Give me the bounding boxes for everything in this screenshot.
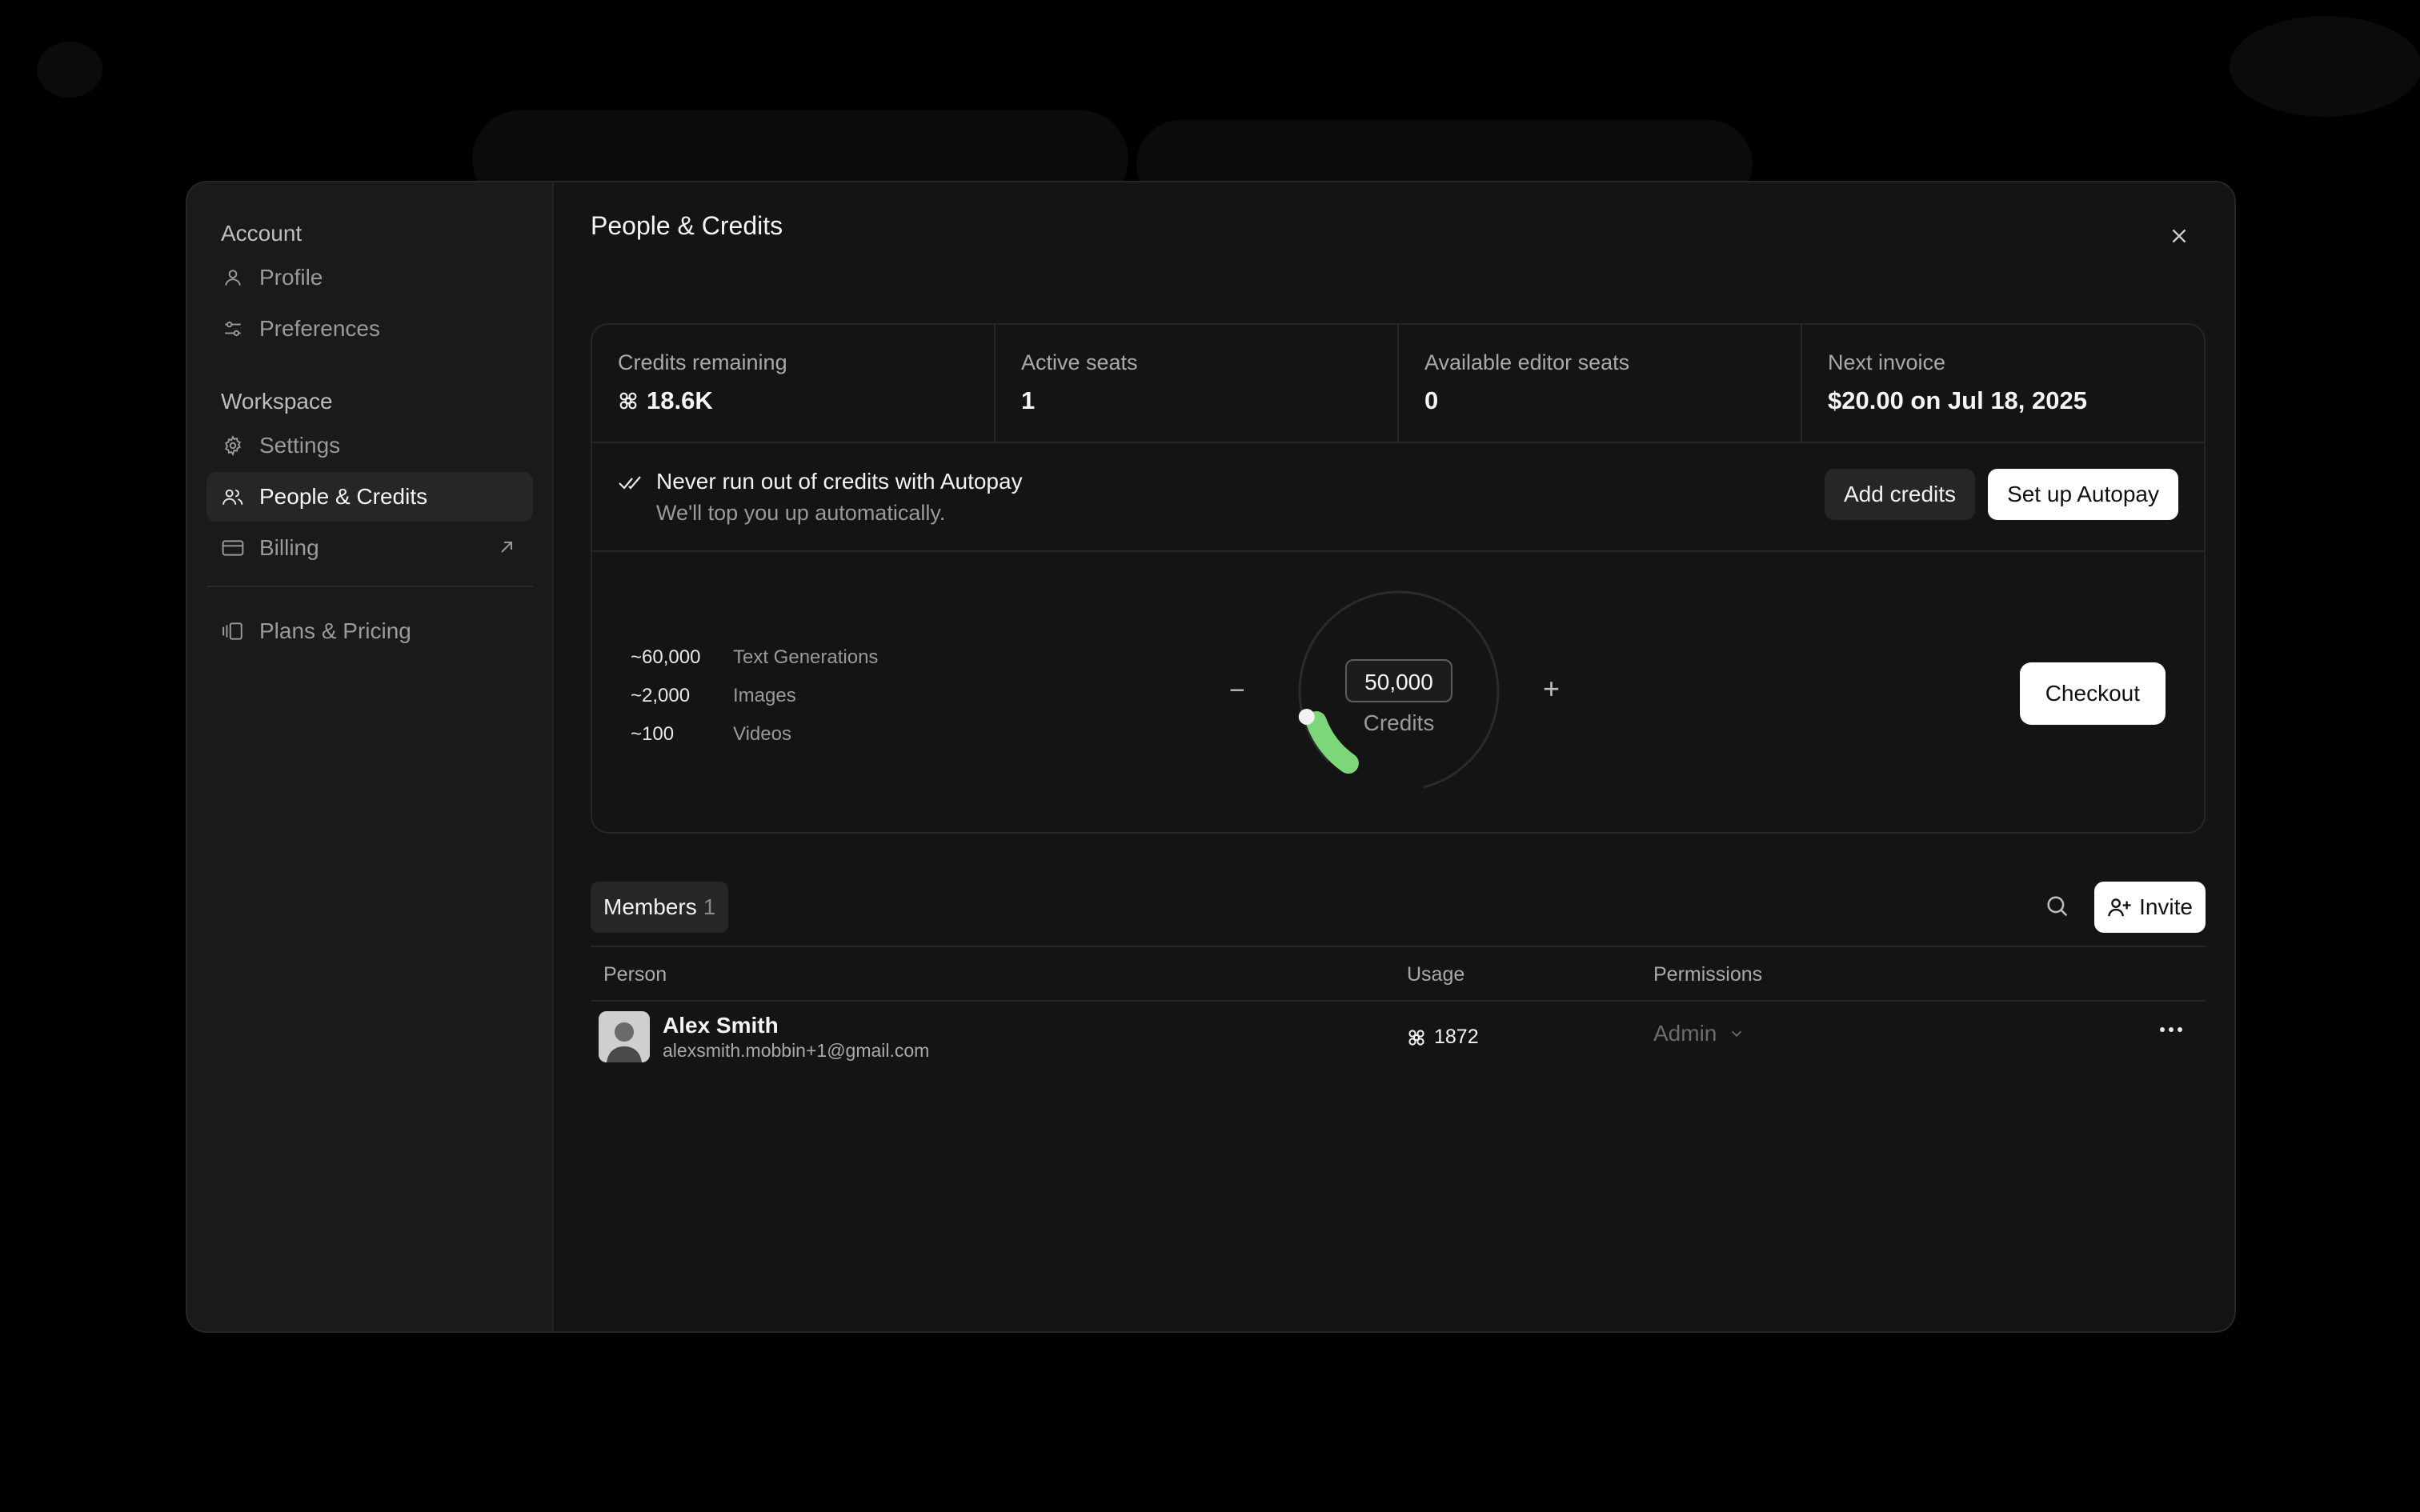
tab-members[interactable]: Members 1 xyxy=(591,882,729,933)
row-more-button[interactable] xyxy=(2159,1026,2183,1034)
estimate-amount: ~2,000 xyxy=(631,685,691,706)
person-name: Alex Smith xyxy=(663,1013,779,1038)
stat-label: Available editor seats xyxy=(1424,350,1630,374)
double-check-icon xyxy=(618,470,643,495)
main-content: People & Credits Credits remaining 18.6K xyxy=(554,182,2234,1331)
background-shape xyxy=(2230,16,2420,117)
chevron-down-icon xyxy=(1728,1025,1745,1042)
invite-button[interactable]: Invite xyxy=(2094,882,2206,933)
sidebar-item-label: Profile xyxy=(259,265,323,290)
members-toolbar: Members 1 Invite xyxy=(591,882,2206,933)
stat-next-invoice: Next invoice $20.00 on Jul 18, 2025 xyxy=(1802,325,2204,442)
close-button[interactable] xyxy=(2166,222,2193,250)
checkout-button[interactable]: Checkout xyxy=(2019,662,2166,725)
external-link-icon xyxy=(498,536,515,562)
autopay-subtitle: We'll top you up automatically. xyxy=(656,500,946,525)
sidebar-section-workspace: Workspace xyxy=(221,389,333,414)
credit-estimates: ~60,000 Text Generations ~2,000 Images ~… xyxy=(631,638,878,754)
sidebar-item-label: Plans & Pricing xyxy=(259,618,411,643)
user-icon xyxy=(221,266,245,290)
stat-value: 1 xyxy=(1021,386,1036,414)
stat-value: $20.00 on Jul 18, 2025 xyxy=(1828,386,2087,414)
permission-dropdown[interactable]: Admin xyxy=(1653,1021,1745,1046)
decrease-credits-button[interactable]: − xyxy=(1229,675,1245,706)
table-row[interactable]: Alex Smith alexsmith.mobbin+1@gmail.com … xyxy=(591,1002,2206,1069)
person-email: alexsmith.mobbin+1@gmail.com xyxy=(663,1040,930,1061)
stat-value-wrap: 18.6K xyxy=(618,386,968,415)
autopay-title: Never run out of credits with Autopay xyxy=(656,468,1023,494)
sidebar-item-profile[interactable]: Profile xyxy=(206,253,533,302)
stat-label: Credits remaining xyxy=(618,350,787,374)
sidebar-item-label: Settings xyxy=(259,433,341,458)
set-up-autopay-button[interactable]: Set up Autopay xyxy=(1988,469,2178,520)
stat-active-seats: Active seats 1 xyxy=(996,325,1399,442)
sidebar-divider xyxy=(206,586,533,587)
credits-card: Credits remaining 18.6K Active seats 1 A… xyxy=(591,323,2206,834)
user-plus-icon xyxy=(2107,895,2133,919)
credits-icon xyxy=(1407,1028,1426,1047)
background-shape xyxy=(37,42,102,98)
settings-modal: Account Profile Preferences Workspace Se… xyxy=(186,181,2236,1333)
column-usage: Usage xyxy=(1407,963,1465,986)
page-title: People & Credits xyxy=(591,211,783,240)
gear-icon xyxy=(221,434,245,458)
estimate-row: ~100 Videos xyxy=(631,715,878,754)
sidebar-section-account: Account xyxy=(221,221,302,246)
usage-cell: 1872 xyxy=(1407,1026,1479,1049)
estimate-row: ~60,000 Text Generations xyxy=(631,638,878,677)
stat-available-editor-seats: Available editor seats 0 xyxy=(1399,325,1802,442)
credit-card-icon xyxy=(221,536,245,560)
sliders-icon xyxy=(221,317,245,341)
add-credits-button[interactable]: Add credits xyxy=(1824,469,1976,520)
sidebar-item-label: Preferences xyxy=(259,316,380,341)
stat-value: 0 xyxy=(1424,386,1439,414)
increase-credits-button[interactable]: + xyxy=(1543,672,1560,706)
credits-amount-input[interactable]: 50,000 xyxy=(1345,659,1452,702)
table-header: Person Usage Permissions xyxy=(591,946,2206,1002)
sidebar-item-preferences[interactable]: Preferences xyxy=(206,304,533,354)
column-person: Person xyxy=(603,963,667,986)
avatar xyxy=(599,1011,650,1062)
sidebar-item-billing[interactable]: Billing xyxy=(206,523,533,573)
users-icon xyxy=(221,485,245,509)
stat-label: Next invoice xyxy=(1828,350,1946,374)
sidebar-item-settings[interactable]: Settings xyxy=(206,421,533,470)
members-count: 1 xyxy=(703,894,716,919)
autopay-actions: Add credits Set up Autopay xyxy=(1824,469,2178,520)
invite-label: Invite xyxy=(2139,894,2193,919)
usage-value: 1872 xyxy=(1434,1026,1479,1048)
credits-unit-label: Credits xyxy=(1363,710,1435,735)
estimate-row: ~2,000 Images xyxy=(631,677,878,715)
plans-icon xyxy=(221,619,245,643)
sidebar-item-plans-pricing[interactable]: Plans & Pricing xyxy=(206,606,533,656)
permission-value: Admin xyxy=(1653,1021,1717,1046)
sidebar-item-label: People & Credits xyxy=(259,484,428,509)
sidebar: Account Profile Preferences Workspace Se… xyxy=(187,182,554,1331)
search-icon[interactable] xyxy=(2044,893,2073,922)
more-horizontal-icon xyxy=(2159,1026,2183,1034)
close-icon xyxy=(2169,226,2190,246)
sidebar-item-label: Billing xyxy=(259,535,319,560)
estimate-label: Text Generations xyxy=(733,646,879,668)
estimate-amount: ~100 xyxy=(631,723,675,745)
estimate-label: Images xyxy=(733,685,796,706)
members-table: Person Usage Permissions Alex Smith alex… xyxy=(591,946,2206,1069)
stats-row: Credits remaining 18.6K Active seats 1 A… xyxy=(592,325,2204,443)
credit-calculator: ~60,000 Text Generations ~2,000 Images ~… xyxy=(592,552,2204,832)
column-permissions: Permissions xyxy=(1653,963,1763,986)
stat-value: 18.6K xyxy=(647,386,713,414)
members-tab-label: Members xyxy=(603,894,697,919)
credits-icon xyxy=(618,390,639,411)
autopay-banner: Never run out of credits with Autopay We… xyxy=(592,443,2204,552)
stat-label: Active seats xyxy=(1021,350,1138,374)
autopay-text: Never run out of credits with Autopay We… xyxy=(656,469,1023,526)
stat-credits-remaining: Credits remaining 18.6K xyxy=(592,325,996,442)
estimate-label: Videos xyxy=(733,723,791,745)
estimate-amount: ~60,000 xyxy=(631,646,701,668)
sidebar-item-people-credits[interactable]: People & Credits xyxy=(206,472,533,522)
